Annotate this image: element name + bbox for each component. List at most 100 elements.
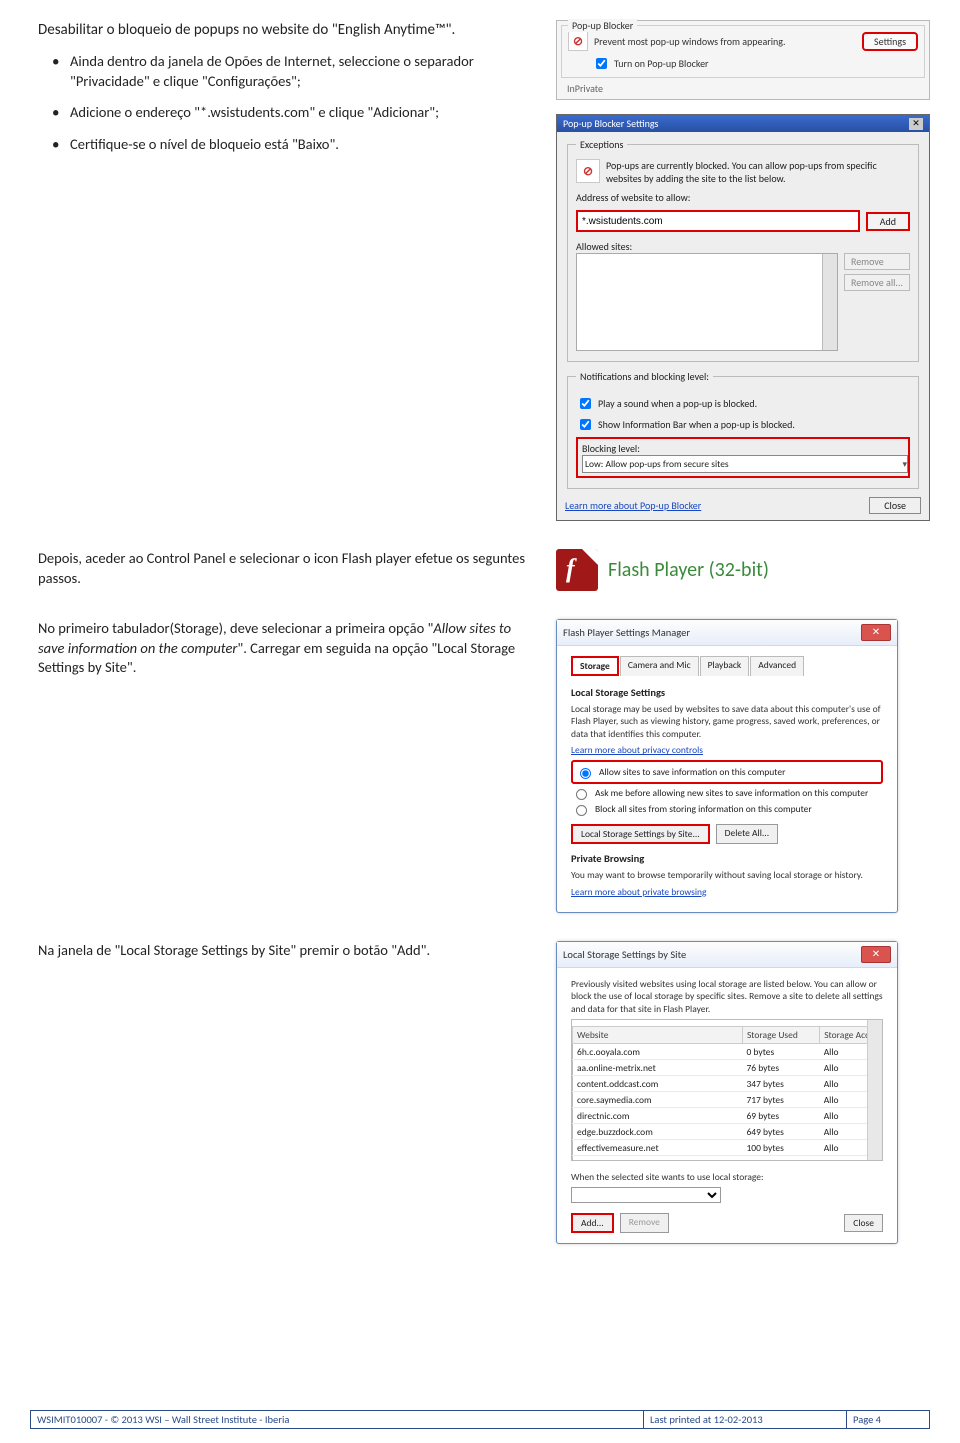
table-cell: 76 bytes [742,1060,819,1076]
table-row[interactable]: directnic.com69 bytesAllo [573,1108,882,1124]
flash-icon: f [556,549,598,591]
table-cell: aa.online-metrix.net [573,1060,743,1076]
block-icon: ⊘ [576,159,600,183]
exceptions-desc: Pop-ups are currently blocked. You can a… [606,159,910,185]
allow-sites-radio-highlight: Allow sites to save information on this … [571,760,883,784]
table-cell: embed.wistia.com [573,1156,743,1162]
close-icon[interactable]: ✕ [861,946,891,963]
table-cell: effectivemeasure.net [573,1140,743,1156]
scrollbar[interactable] [822,254,837,350]
table-cell: edge.buzzdock.com [573,1124,743,1140]
footer-doc-id: WSIMIT010007 - © 2013 WSI – Wall Street … [31,1411,644,1429]
blocking-level-value: Low: Allow pop-ups from secure sites [585,458,729,470]
tabs: Storage Camera and Mic Playback Advanced [571,656,883,676]
block-all-radio[interactable]: Block all sites from storing information… [571,802,883,816]
add-site-button[interactable]: Add... [571,1213,614,1233]
table-cell: directnic.com [573,1108,743,1124]
notif-sound-label: Play a sound when a pop-up is blocked. [598,397,757,410]
lss-desc: Previously visited websites using local … [571,978,883,1015]
scrollbar[interactable] [867,1020,882,1160]
ask-before-radio-input[interactable] [576,789,587,800]
allow-sites-radio-label: Allow sites to save information on this … [599,766,785,778]
table-cell: 6h.c.ooyala.com [573,1044,743,1060]
local-storage-desc: Local storage may be used by websites to… [571,703,883,740]
table-row[interactable]: edge.buzzdock.com649 bytesAllo [573,1124,882,1140]
table-row[interactable]: effectivemeasure.net100 bytesAllo [573,1140,882,1156]
tab-playback[interactable]: Playback [700,656,750,676]
local-storage-by-site-button[interactable]: Local Storage Settings by Site... [571,824,710,844]
flash-player-entry[interactable]: f Flash Player (32-bit) [556,549,930,591]
col-storage-used[interactable]: Storage Used [742,1027,819,1044]
table-cell: 649 bytes [742,1124,819,1140]
bullet-item: Certifique-se o nível de bloqueio está "… [38,135,538,155]
ask-before-radio-label: Ask me before allowing new sites to save… [595,787,868,799]
turn-on-checkbox[interactable]: Turn on Pop-up Blocker [592,55,918,72]
remove-button[interactable]: Remove [844,253,910,270]
allowed-label: Allowed sites: [576,240,910,253]
flash-settings-manager-window: Flash Player Settings Manager ✕ Storage … [556,619,898,913]
private-browsing-heading: Private Browsing [571,852,883,865]
allowed-sites-listbox[interactable] [576,253,838,351]
blocking-level-label: Blocking level: [582,442,904,455]
notif-infobar-checkbox[interactable]: Show Information Bar when a pop-up is bl… [576,416,910,433]
notif-sound-input[interactable] [580,398,591,409]
turn-on-label: Turn on Pop-up Blocker [614,57,709,70]
bullet-item: Ainda dentro da janela de Opões de Inter… [38,52,538,91]
table-cell: 717 bytes [742,1092,819,1108]
table-cell: 347 bytes [742,1076,819,1092]
footer-page-number: Page 4 [847,1411,930,1429]
popup-blocker-panel: Pop-up Blocker ⊘ Prevent most pop-up win… [556,20,930,100]
remove-all-button[interactable]: Remove all... [844,274,910,291]
sites-table-container: Website Storage Used Storage Acce 6h.c.o… [571,1019,883,1161]
flash-paragraph: Depois, aceder ao Control Panel e seleci… [38,549,538,588]
inprivate-label: InPrivate [557,82,929,99]
when-selected-label: When the selected site wants to use loca… [571,1171,883,1183]
table-cell: 84 bytes [742,1156,819,1162]
delete-all-button[interactable]: Delete All... [716,824,778,844]
turn-on-checkbox-input[interactable] [596,58,607,69]
tab-advanced[interactable]: Advanced [750,656,804,676]
blocking-level-select[interactable]: Low: Allow pop-ups from secure sites [582,455,908,473]
tab-storage[interactable]: Storage [571,656,619,676]
window-title: Flash Player Settings Manager [563,626,690,639]
storage-access-select[interactable] [571,1187,721,1203]
local-storage-by-site-window: Local Storage Settings by Site ✕ Previou… [556,941,898,1244]
close-button[interactable]: Close [869,497,921,514]
address-input[interactable] [576,210,860,232]
flash-player-label: Flash Player (32-bit) [608,558,769,582]
learn-more-link[interactable]: Learn more about Pop-up Blocker [565,499,701,512]
dialog-title: Pop-up Blocker Settings [563,117,658,130]
block-all-radio-input[interactable] [576,805,587,816]
block-icon: ⊘ [568,31,588,51]
popup-blocker-desc: Prevent most pop-up windows from appeari… [594,35,856,48]
exceptions-legend: Exceptions [576,138,627,151]
table-cell: 69 bytes [742,1108,819,1124]
learn-privacy-link[interactable]: Learn more about privacy controls [571,744,883,756]
popup-blocker-settings-dialog: Pop-up Blocker Settings ✕ Exceptions ⊘ P… [556,114,930,521]
notif-infobar-input[interactable] [580,419,591,430]
remove-site-button[interactable]: Remove [620,1213,669,1233]
learn-private-link[interactable]: Learn more about private browsing [571,886,883,898]
bullet-list: Ainda dentro da janela de Opões de Inter… [38,52,538,154]
page-footer: WSIMIT010007 - © 2013 WSI – Wall Street … [30,1410,930,1429]
ask-before-radio[interactable]: Ask me before allowing new sites to save… [571,786,883,800]
allow-sites-radio-input[interactable] [580,768,591,779]
table-row[interactable]: embed.wistia.com84 bytesAllo [573,1156,882,1162]
notif-sound-checkbox[interactable]: Play a sound when a pop-up is blocked. [576,395,910,412]
table-row[interactable]: aa.online-metrix.net76 bytesAllo [573,1060,882,1076]
close-button[interactable]: Close [844,1214,883,1232]
col-website[interactable]: Website [573,1027,743,1044]
table-row[interactable]: content.oddcast.com347 bytesAllo [573,1076,882,1092]
close-icon[interactable]: ✕ [861,624,891,641]
notif-infobar-label: Show Information Bar when a pop-up is bl… [598,418,795,431]
allow-sites-radio[interactable]: Allow sites to save information on this … [575,765,879,779]
dialog-close-icon[interactable]: ✕ [909,118,923,130]
tab-camera-mic[interactable]: Camera and Mic [620,656,699,676]
local-storage-heading: Local Storage Settings [571,686,883,699]
table-row[interactable]: 6h.c.ooyala.com0 bytesAllo [573,1044,882,1060]
table-row[interactable]: core.saymedia.com717 bytesAllo [573,1092,882,1108]
storage-paragraph: No primeiro tabulador(Storage), deve sel… [38,619,515,676]
add-button[interactable]: Add [866,212,910,231]
sites-table[interactable]: Website Storage Used Storage Acce 6h.c.o… [572,1026,882,1161]
settings-button[interactable]: Settings [862,32,918,51]
